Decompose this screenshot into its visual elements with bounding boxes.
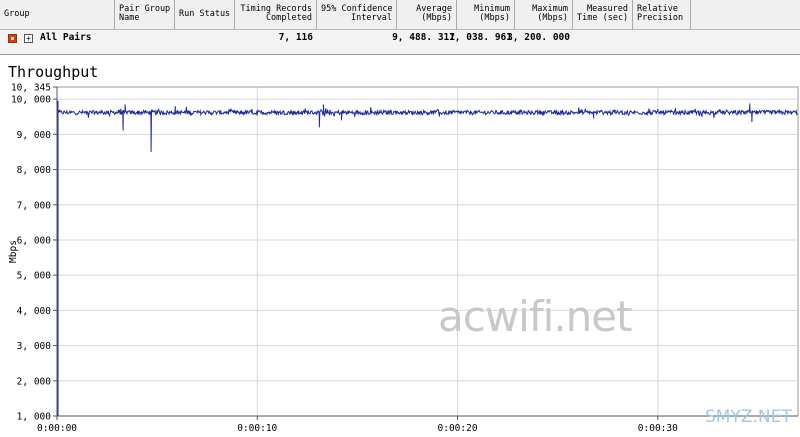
throughput-chart: 10, 34510, 000 9, 000 8, 000 7, 000 6, 000 5,…: [8, 83, 799, 434]
y-axis-label: Mbps: [8, 240, 19, 263]
y-tick-label: 4, 000: [17, 306, 52, 317]
y-tick-label: 8, 000: [17, 165, 52, 176]
y-tick-label: 9, 000: [17, 130, 52, 141]
y-tick-label: 3, 000: [17, 341, 52, 352]
y-tick-label: 7, 000: [17, 200, 52, 211]
y-tick-label: 1, 000: [17, 412, 52, 423]
x-tick-label: 0:00:00: [37, 423, 77, 434]
watermark-smyz: SMYZ.NET: [705, 407, 792, 427]
plot-area: [56, 86, 799, 417]
y-tick-label: 5, 000: [17, 271, 52, 282]
y-tick-label: 2, 000: [17, 376, 52, 387]
y-tick-label: 10, 000: [11, 95, 51, 106]
x-tick-label: 0:00:30: [638, 423, 678, 434]
x-tick-label: 0:00:10: [237, 423, 277, 434]
y-tick-label: 10, 345: [11, 83, 51, 94]
y-tick-label: 6, 000: [17, 235, 52, 246]
watermark-acwifi: acwifi.net: [438, 292, 633, 341]
x-tick-label: 0:00:20: [438, 423, 478, 434]
